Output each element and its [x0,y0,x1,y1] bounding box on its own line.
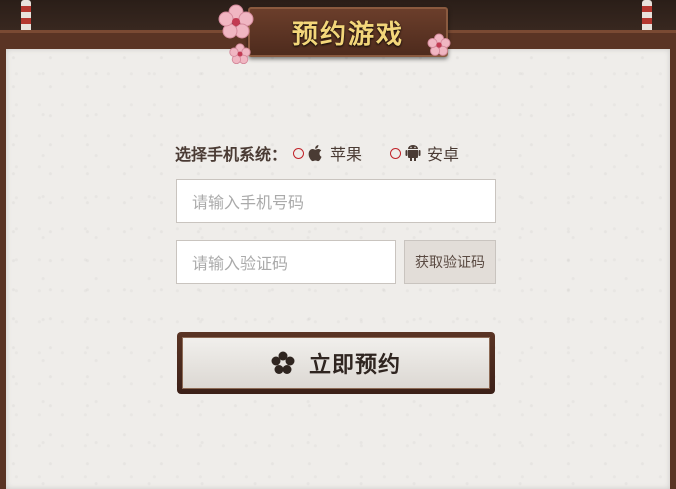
cherry-blossom-icon [218,4,254,39]
cherry-blossom-icon [427,33,451,56]
reserve-now-button-face[interactable]: 立即预约 [182,337,490,389]
phone-number-placeholder: 请输入手机号码 [192,193,305,212]
os-select-row: 选择手机系统： 苹果 安卓 [175,142,459,164]
phone-number-input[interactable]: 请输入手机号码 [176,179,496,223]
get-code-label: 获取验证码 [415,255,485,271]
verification-code-placeholder: 请输入验证码 [192,254,289,273]
radio-ios[interactable] [293,147,305,159]
reserve-now-button[interactable]: 立即预约 [177,332,495,394]
dialog-title: 预约游戏 [291,19,404,50]
android-icon [405,144,421,162]
cherry-blossom-icon [229,43,251,65]
os-option-android-label[interactable]: 安卓 [427,141,459,165]
radio-android[interactable] [390,147,402,159]
reserve-now-label: 立即预约 [308,353,401,378]
blossom-icon [271,351,295,374]
get-code-button[interactable]: 获取验证码 [404,240,496,284]
apple-icon [308,144,324,162]
os-option-ios-label[interactable]: 苹果 [330,141,362,165]
verification-code-input[interactable]: 请输入验证码 [176,240,396,284]
dialog-title-plaque: 预约游戏 [248,7,448,57]
os-select-label: 选择手机系统： [175,145,288,164]
